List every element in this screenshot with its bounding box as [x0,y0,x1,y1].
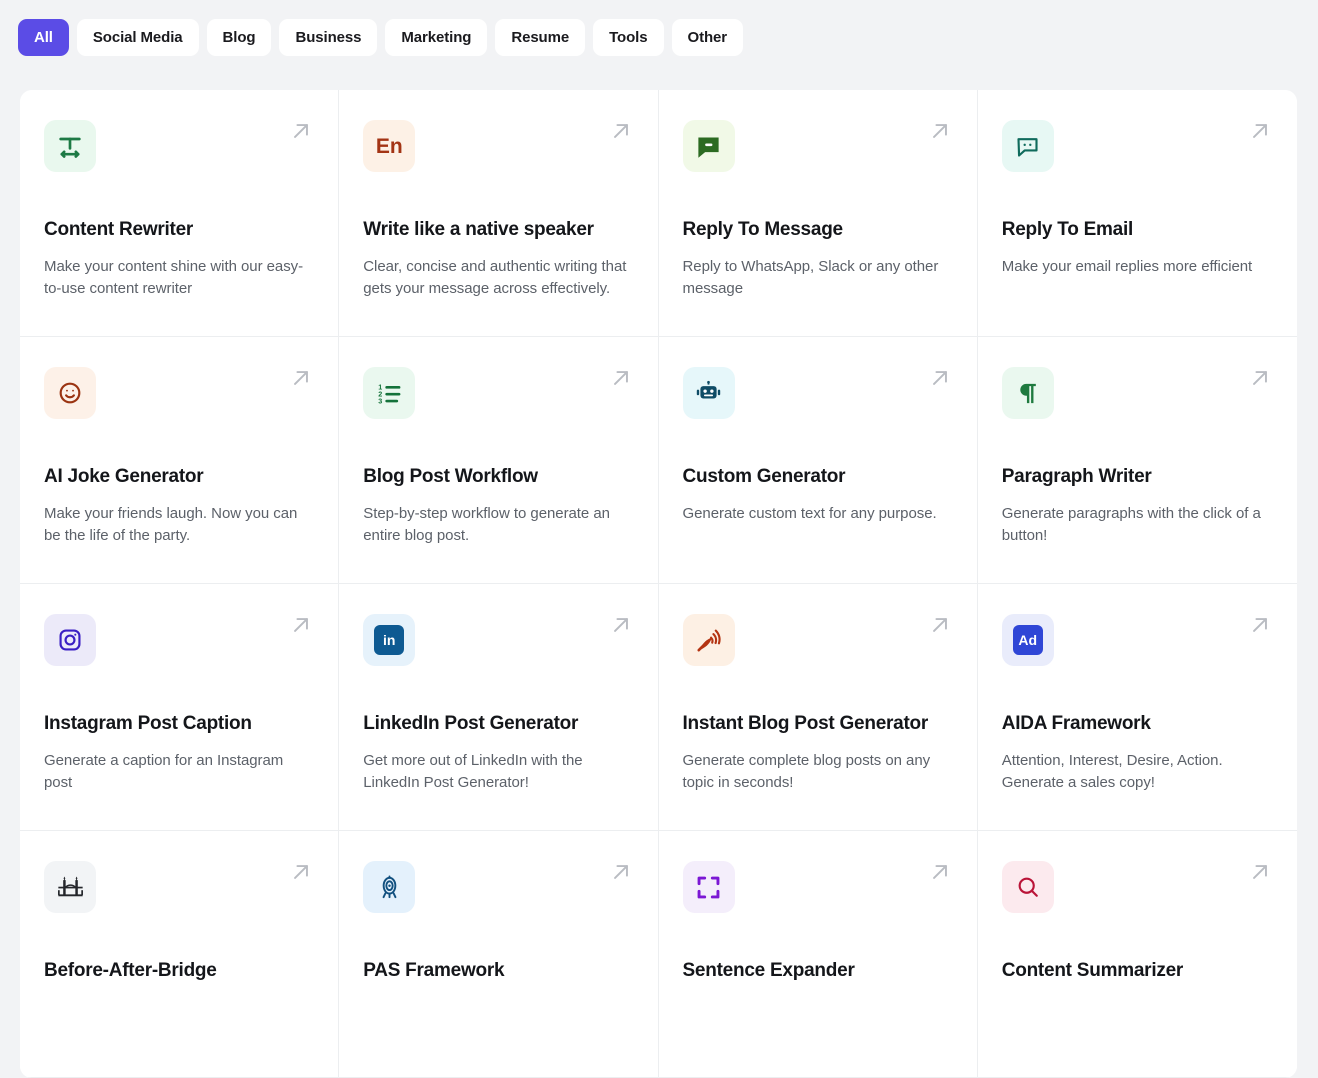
tool-title: Reply To Email [1001,219,1134,240]
target-icon [363,861,416,913]
chat-bubble-filled-icon [682,120,735,172]
tool-title: Instant Blog Post Generator [682,713,929,734]
arrow-up-right-icon[interactable] [927,118,953,144]
tool-card[interactable]: PAS Framework [339,831,659,1078]
arrow-up-right-icon[interactable] [927,612,953,638]
category-tab-bar: All Social Media Blog Business Marketing Resu… [0,0,1318,62]
tool-title: Write like a native speaker [363,219,594,240]
arrow-up-right-icon[interactable] [608,612,634,638]
tool-card[interactable]: in LinkedIn Post Generator Get more out of… [339,584,659,831]
arrow-up-right-icon[interactable] [608,859,634,885]
tool-description: Generate a caption for an Instagram post [44,751,284,791]
tool-card[interactable]: Before-After-Bridge [20,831,340,1078]
ad-badge-icon: Ad [1001,614,1054,666]
arrow-up-right-icon[interactable] [1247,859,1273,885]
tools-grid: Content Rewriter Make your content shine … [20,90,1297,1078]
expand-corners-icon [682,861,735,913]
tool-card[interactable]: Custom Generator Generate custom text for… [658,337,978,584]
tool-card[interactable]: Instant Blog Post Generator Generate comp… [658,584,978,831]
smiley-face-icon [44,367,96,419]
en-language-icon: En [363,120,416,172]
tab-tools[interactable]: Tools [593,19,664,56]
tool-title: AIDA Framework [1001,713,1151,734]
chat-bubble-dots-icon [1001,120,1054,172]
tool-description: Reply to WhatsApp, Slack or any other me… [682,257,939,297]
tool-card[interactable]: Reply To Email Make your email replies mo… [977,90,1297,337]
tool-card[interactable]: AI Joke Generator Make your friends laugh… [20,337,340,584]
arrow-up-right-icon[interactable] [1247,365,1273,391]
arrow-up-right-icon[interactable] [1247,118,1273,144]
tool-card[interactable]: Reply To Message Reply to WhatsApp, Slack… [658,90,978,337]
tool-card[interactable]: Content Summarizer [977,831,1297,1078]
tool-title: LinkedIn Post Generator [363,713,579,734]
tool-card[interactable]: Ad AIDA Framework Attention, Interest, Des… [977,584,1297,831]
tool-card[interactable]: Content Rewriter Make your content shine … [20,90,340,337]
tool-title: Custom Generator [682,466,846,487]
tool-description: Make your content shine with our easy-to… [44,257,304,297]
instagram-icon [44,614,96,666]
arrow-up-right-icon[interactable] [288,612,314,638]
tab-business[interactable]: Business [279,19,378,56]
tool-title: Content Rewriter [44,219,194,240]
arrow-up-right-icon[interactable] [288,859,314,885]
tool-description: Get more out of LinkedIn with the Linked… [363,751,583,791]
tool-title: AI Joke Generator [44,466,204,487]
tool-card[interactable]: Paragraph Writer Generate paragraphs with… [977,337,1297,584]
tool-description: Make your email replies more efficient [1001,257,1253,275]
tool-description: Make your friends laugh. Now you can be … [44,504,298,544]
tool-description: Generate custom text for any purpose. [682,504,937,522]
linkedin-icon: in [363,614,416,666]
tool-title: Sentence Expander [682,960,855,981]
tool-title: Content Summarizer [1001,960,1184,981]
tool-description: Generate paragraphs with the click of a … [1001,504,1261,544]
quill-signal-icon [682,614,735,666]
arrow-up-right-icon[interactable] [288,118,314,144]
tool-title: Blog Post Workflow [363,466,538,487]
bridge-icon [44,861,96,913]
tool-title: Instagram Post Caption [44,713,252,734]
arrow-up-right-icon[interactable] [288,365,314,391]
arrow-up-right-icon[interactable] [927,365,953,391]
text-resize-icon [44,120,96,172]
arrow-up-right-icon[interactable] [927,859,953,885]
tool-card[interactable]: Sentence Expander [658,831,978,1078]
tool-description: Generate complete blog posts on any topi… [682,751,931,791]
tool-card[interactable]: En Write like a native speaker Clear, conc… [339,90,659,337]
tab-all[interactable]: All [18,19,69,56]
robot-icon [682,367,735,419]
tool-title: Before-After-Bridge [44,960,217,981]
pilcrow-icon [1001,367,1054,419]
svg-text:3: 3 [378,396,382,405]
magnifier-icon [1001,861,1054,913]
tab-resume[interactable]: Resume [495,19,586,56]
tab-blog[interactable]: Blog [206,19,272,56]
tool-description: Step-by-step workflow to generate an ent… [363,504,610,544]
arrow-up-right-icon[interactable] [1247,612,1273,638]
tab-social-media[interactable]: Social Media [76,19,199,56]
tool-card[interactable]: Instagram Post Caption Generate a caption… [20,584,340,831]
arrow-up-right-icon[interactable] [608,118,634,144]
tool-title: Paragraph Writer [1001,466,1152,487]
tool-title: PAS Framework [363,960,505,981]
tool-card[interactable]: 1 2 3 Blog Post Workflow Step-by-step workfl… [339,337,659,584]
tool-description: Clear, concise and authentic writing tha… [363,257,627,297]
tool-description: Attention, Interest, Desire, Action. Gen… [1001,751,1223,791]
numbered-list-icon: 123 [363,367,416,419]
arrow-up-right-icon[interactable] [608,365,634,391]
tab-marketing[interactable]: Marketing [385,19,488,56]
tab-other[interactable]: Other [671,19,744,56]
tool-title: Reply To Message [682,219,844,240]
